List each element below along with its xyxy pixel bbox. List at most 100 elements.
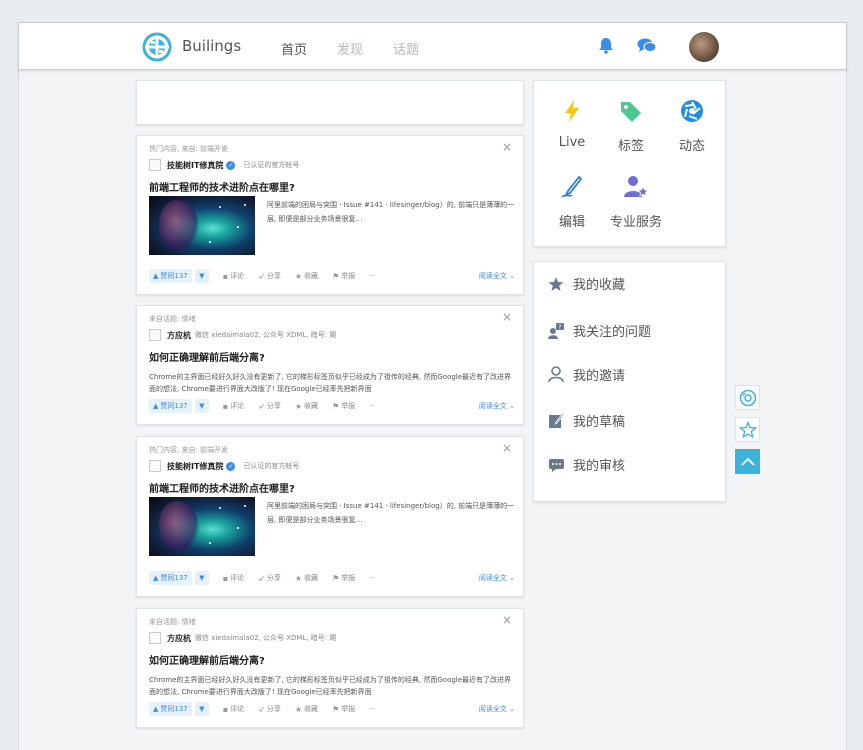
author-row: 技能树IT修真院 ✓ 已认证的官方帐号 (149, 159, 299, 171)
brand-logo-icon[interactable] (142, 32, 172, 62)
author-desc: 已认证的官方帐号 (243, 462, 300, 470)
comment-label: 评论 (230, 705, 245, 713)
report-button[interactable]: ⚑ 举报 (332, 271, 355, 281)
back-to-top-button[interactable] (735, 449, 760, 474)
close-icon[interactable]: × (502, 140, 512, 154)
share-button[interactable]: ➶ 分享 (258, 704, 281, 714)
read-all-link[interactable]: 阅读全文 ⌄ (479, 271, 515, 281)
compose-box[interactable] (136, 80, 524, 125)
card-excerpt[interactable]: 阿里前端的困局与突围 · Issue #141 · lifesinger/blo… (267, 499, 517, 527)
favorite-side-button[interactable] (735, 417, 760, 442)
more-button[interactable]: ··· (369, 705, 376, 713)
upvote-button[interactable]: ▲ 赞同137 (149, 269, 192, 283)
author-avatar[interactable] (149, 159, 161, 171)
read-all-link[interactable]: 阅读全文 ⌄ (479, 573, 515, 583)
card-actions: ▲ 赞同137 ▼ ▪ 评论 ➶ 分享 ★ 收藏 ⚑ 举报 ··· 阅读全文 ⌄ (149, 702, 515, 716)
close-icon[interactable]: × (502, 310, 512, 324)
nav-topics[interactable]: 话题 (393, 39, 419, 58)
author-avatar[interactable] (149, 632, 161, 644)
feed-card: 热门内容, 来自: 前端开发 × 技能树IT修真院 ✓ 已认证的官方帐号 前端工… (136, 436, 524, 597)
avatar[interactable] (689, 32, 719, 62)
comment-icon: ▪ (222, 573, 229, 583)
nav-discover[interactable]: 发现 (337, 39, 363, 58)
menu-favorites[interactable]: 我的收藏 (546, 274, 625, 293)
disc-button[interactable] (735, 385, 760, 410)
upvote-button[interactable]: ▲ 赞同137 (149, 702, 192, 716)
author-row: 技能树IT修真院 ✓ 已认证的官方帐号 (149, 460, 299, 472)
read-all-link[interactable]: 阅读全文 ⌄ (479, 704, 515, 714)
close-icon[interactable]: × (502, 613, 512, 627)
upvote-label: 赞同137 (160, 402, 188, 410)
comment-icon: ▪ (222, 401, 229, 411)
card-actions: ▲ 赞同137 ▼ ▪ 评论 ➶ 分享 ★ 收藏 ⚑ 举报 ··· 阅读全文 ⌄ (149, 269, 515, 283)
card-title[interactable]: 如何正确理解前后端分离? (149, 349, 265, 364)
favorite-label: 收藏 (304, 402, 319, 410)
star-outline-icon (738, 420, 757, 438)
tool-pro-services[interactable]: 专业服务 (596, 175, 676, 230)
favorite-button[interactable]: ★ 收藏 (295, 573, 318, 583)
share-icon: ➶ (258, 573, 265, 583)
menu-label: 我的审核 (573, 459, 626, 474)
brand-name[interactable]: Builings (182, 37, 241, 55)
tool-tags[interactable]: 标签 (596, 99, 666, 154)
comment-button[interactable]: ▪ 评论 (223, 401, 244, 411)
close-icon[interactable]: × (502, 441, 512, 455)
article-thumbnail[interactable] (149, 497, 255, 556)
author-name[interactable]: 技能树IT修真院 (167, 160, 223, 171)
upvote-button[interactable]: ▲ 赞同137 (149, 571, 192, 585)
menu-drafts[interactable]: 我的草稿 (546, 411, 625, 430)
favorite-button[interactable]: ★ 收藏 (295, 401, 318, 411)
report-button[interactable]: ⚑ 举报 (332, 401, 355, 411)
downvote-button[interactable]: ▼ (194, 269, 209, 283)
menu-invitations[interactable]: 我的邀请 (546, 365, 625, 384)
comment-button[interactable]: ▪ 评论 (223, 271, 244, 281)
menu-followed-questions[interactable]: ? 我关注的问题 (546, 321, 651, 340)
bell-icon[interactable] (598, 37, 614, 54)
comment-button[interactable]: ▪ 评论 (223, 704, 244, 714)
author-avatar[interactable] (149, 329, 161, 341)
card-title[interactable]: 如何正确理解前后端分离? (149, 652, 265, 667)
card-meta: 来自话题: 情绪 (149, 315, 196, 323)
card-excerpt[interactable]: Chrome的主界面已经好久好久没有更新了, 它的梯形标签页似乎已经成为了祖传的… (149, 674, 517, 698)
author-name[interactable]: 方应杭 (167, 330, 191, 341)
favorite-button[interactable]: ★ 收藏 (295, 271, 318, 281)
author-row: 方应杭 微信 xiedaimala02, 公众号 XDML, 暗号: 飓 (149, 632, 336, 644)
article-thumbnail[interactable] (149, 196, 255, 255)
verified-badge-icon: ✓ (226, 461, 236, 471)
verified-badge-icon: ✓ (226, 160, 236, 170)
downvote-button[interactable]: ▼ (194, 702, 209, 716)
share-label: 分享 (266, 402, 281, 410)
menu-review[interactable]: 我的审核 (546, 455, 625, 474)
share-button[interactable]: ➶ 分享 (258, 401, 281, 411)
card-title[interactable]: 前端工程师的技术进阶点在哪里? (149, 179, 295, 194)
card-excerpt[interactable]: Chrome的主界面已经好久好久没有更新了, 它的梯形标签页似乎已经成为了祖传的… (149, 371, 517, 395)
card-excerpt[interactable]: 阿里前端的困局与突围 · Issue #141 · lifesinger/blo… (267, 198, 517, 226)
more-button[interactable]: ··· (369, 272, 376, 280)
tool-label: 专业服务 (609, 215, 662, 230)
report-button[interactable]: ⚑ 举报 (332, 704, 355, 714)
chat-icon[interactable] (637, 37, 657, 54)
lightning-icon (565, 100, 579, 122)
report-button[interactable]: ⚑ 举报 (332, 573, 355, 583)
downvote-button[interactable]: ▼ (194, 571, 209, 585)
tool-label: 动态 (678, 139, 705, 154)
share-button[interactable]: ➶ 分享 (258, 573, 281, 583)
comment-button[interactable]: ▪ 评论 (223, 573, 244, 583)
read-all-link[interactable]: 阅读全文 ⌄ (479, 401, 515, 411)
upvote-button[interactable]: ▲ 赞同137 (149, 399, 192, 413)
top-navbar: Builings 首页 发现 话题 (18, 22, 847, 70)
card-title[interactable]: 前端工程师的技术进阶点在哪里? (149, 480, 295, 495)
author-name[interactable]: 技能树IT修真院 (167, 461, 223, 472)
downvote-button[interactable]: ▼ (194, 399, 209, 413)
more-button[interactable]: ··· (369, 574, 376, 582)
author-avatar[interactable] (149, 460, 161, 472)
favorite-button[interactable]: ★ 收藏 (295, 704, 318, 714)
nav-home[interactable]: 首页 (281, 39, 307, 58)
menu-label: 我的邀请 (573, 369, 626, 384)
flag-icon: ⚑ (332, 271, 340, 281)
more-button[interactable]: ··· (369, 402, 376, 410)
author-name[interactable]: 方应杭 (167, 633, 191, 644)
share-button[interactable]: ➶ 分享 (258, 271, 281, 281)
tool-activity[interactable]: 动态 (657, 99, 727, 154)
report-label: 举报 (341, 402, 356, 410)
